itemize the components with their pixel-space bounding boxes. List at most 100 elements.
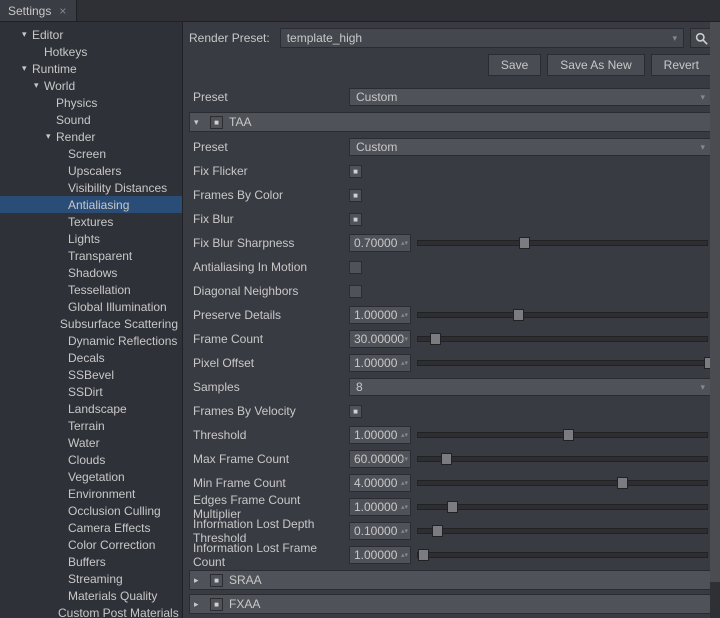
spinner-icon[interactable]: ▴▾ bbox=[401, 480, 408, 487]
sidebar-item-camera-effects[interactable]: Camera Effects bbox=[0, 519, 182, 536]
min_frame_count-slider[interactable] bbox=[417, 480, 708, 486]
sidebar-item-label: Clouds bbox=[68, 453, 105, 467]
aa_in_motion-checkbox[interactable] bbox=[349, 261, 362, 274]
max_frame_count-slider[interactable] bbox=[417, 456, 708, 462]
min_frame_count-input[interactable]: 4.00000▴▾ bbox=[349, 474, 411, 492]
sidebar-item-runtime[interactable]: ▾Runtime bbox=[0, 60, 182, 77]
search-button[interactable] bbox=[690, 28, 712, 48]
info_depth-slider[interactable] bbox=[417, 528, 708, 534]
sidebar-item-label: Environment bbox=[68, 487, 135, 501]
frames_by_color-label: Frames By Color bbox=[189, 188, 349, 202]
sidebar-item-color-correction[interactable]: Color Correction bbox=[0, 536, 182, 553]
sidebar-item-sound[interactable]: Sound bbox=[0, 111, 182, 128]
render-preset-dropdown[interactable]: template_high bbox=[280, 28, 684, 48]
spinner-icon[interactable]: ▴▾ bbox=[401, 360, 408, 367]
sidebar-item-subsurface-scattering[interactable]: Subsurface Scattering bbox=[0, 315, 182, 332]
taa-section-header[interactable]: ▾ TAA bbox=[189, 112, 712, 132]
revert-button[interactable]: Revert bbox=[651, 54, 712, 76]
spinner-icon[interactable]: ▴▾ bbox=[401, 240, 408, 247]
pixel_offset-slider[interactable] bbox=[417, 360, 708, 366]
sidebar-item-upscalers[interactable]: Upscalers bbox=[0, 162, 182, 179]
sidebar-item-lights[interactable]: Lights bbox=[0, 230, 182, 247]
tab-settings[interactable]: Settings × bbox=[0, 0, 77, 21]
sidebar-item-occlusion-culling[interactable]: Occlusion Culling bbox=[0, 502, 182, 519]
sidebar-item-ssdirt[interactable]: SSDirt bbox=[0, 383, 182, 400]
fxaa-checkbox[interactable] bbox=[210, 598, 223, 611]
preset-label: Preset bbox=[189, 90, 349, 104]
save-button[interactable]: Save bbox=[488, 54, 541, 76]
fix_blur-label: Fix Blur bbox=[189, 212, 349, 226]
sraa-section-header[interactable]: ▸ SRAA bbox=[189, 570, 712, 590]
sidebar-item-environment[interactable]: Environment bbox=[0, 485, 182, 502]
spinner-icon[interactable]: ▴▾ bbox=[401, 312, 408, 319]
frame_count-slider[interactable] bbox=[417, 336, 708, 342]
diag_neighbors-label: Diagonal Neighbors bbox=[189, 284, 349, 298]
frames_by_color-checkbox[interactable] bbox=[349, 189, 362, 202]
info_frame-input[interactable]: 1.00000▴▾ bbox=[349, 546, 411, 564]
taa-checkbox[interactable] bbox=[210, 116, 223, 129]
fix_blur_sharpness-input[interactable]: 0.70000▴▾ bbox=[349, 234, 411, 252]
sidebar-item-editor[interactable]: ▾Editor bbox=[0, 26, 182, 43]
edges_mult-input[interactable]: 1.00000▴▾ bbox=[349, 498, 411, 516]
sidebar-item-label: Hotkeys bbox=[44, 45, 87, 59]
save-as-new-button[interactable]: Save As New bbox=[547, 54, 644, 76]
frame_count-input[interactable]: 30.00000▴▾ bbox=[349, 330, 411, 348]
sidebar-item-screen[interactable]: Screen bbox=[0, 145, 182, 162]
spinner-icon[interactable]: ▴▾ bbox=[401, 528, 408, 535]
sraa-checkbox[interactable] bbox=[210, 574, 223, 587]
edges_mult-slider[interactable] bbox=[417, 504, 708, 510]
sidebar-item-custom-post-materials[interactable]: Custom Post Materials bbox=[0, 604, 182, 618]
sidebar-item-label: SSBevel bbox=[68, 368, 114, 382]
diag_neighbors-checkbox[interactable] bbox=[349, 285, 362, 298]
spinner-icon[interactable]: ▴▾ bbox=[401, 504, 408, 511]
close-icon[interactable]: × bbox=[57, 4, 68, 18]
sidebar-item-tessellation[interactable]: Tessellation bbox=[0, 281, 182, 298]
info_frame-slider[interactable] bbox=[417, 552, 708, 558]
fxaa-section-header[interactable]: ▸ FXAA bbox=[189, 594, 712, 614]
spinner-icon[interactable]: ▴▾ bbox=[401, 456, 408, 463]
sidebar-item-transparent[interactable]: Transparent bbox=[0, 247, 182, 264]
spinner-icon[interactable]: ▴▾ bbox=[401, 336, 408, 343]
sidebar-item-shadows[interactable]: Shadows bbox=[0, 264, 182, 281]
sidebar-item-streaming[interactable]: Streaming bbox=[0, 570, 182, 587]
sidebar-item-global-illumination[interactable]: Global Illumination bbox=[0, 298, 182, 315]
preset2-dropdown[interactable]: Custom bbox=[349, 138, 712, 156]
sidebar-item-label: Buffers bbox=[68, 555, 106, 569]
fix_blur_sharpness-slider[interactable] bbox=[417, 240, 708, 246]
tab-bar: Settings × bbox=[0, 0, 720, 22]
frames_by_velocity-checkbox[interactable] bbox=[349, 405, 362, 418]
spinner-icon[interactable]: ▴▾ bbox=[401, 552, 408, 559]
sidebar-item-world[interactable]: ▾World bbox=[0, 77, 182, 94]
sidebar-item-water[interactable]: Water bbox=[0, 434, 182, 451]
preserve_details-slider[interactable] bbox=[417, 312, 708, 318]
sidebar-item-render[interactable]: ▾Render bbox=[0, 128, 182, 145]
sidebar-item-clouds[interactable]: Clouds bbox=[0, 451, 182, 468]
sidebar-item-visibility-distances[interactable]: Visibility Distances bbox=[0, 179, 182, 196]
sidebar-item-antialiasing[interactable]: Antialiasing bbox=[0, 196, 182, 213]
sidebar-item-vegetation[interactable]: Vegetation bbox=[0, 468, 182, 485]
scrollbar[interactable] bbox=[710, 22, 720, 618]
sidebar-item-dynamic-reflections[interactable]: Dynamic Reflections bbox=[0, 332, 182, 349]
pixel_offset-input[interactable]: 1.00000▴▾ bbox=[349, 354, 411, 372]
preserve_details-input[interactable]: 1.00000▴▾ bbox=[349, 306, 411, 324]
sidebar-item-landscape[interactable]: Landscape bbox=[0, 400, 182, 417]
sidebar-item-terrain[interactable]: Terrain bbox=[0, 417, 182, 434]
sidebar-item-decals[interactable]: Decals bbox=[0, 349, 182, 366]
sidebar-item-hotkeys[interactable]: Hotkeys bbox=[0, 43, 182, 60]
sidebar-item-label: Streaming bbox=[68, 572, 123, 586]
threshold-slider[interactable] bbox=[417, 432, 708, 438]
preset-dropdown[interactable]: Custom bbox=[349, 88, 712, 106]
sidebar-item-materials-quality[interactable]: Materials Quality bbox=[0, 587, 182, 604]
spinner-icon[interactable]: ▴▾ bbox=[401, 432, 408, 439]
tab-label: Settings bbox=[8, 4, 51, 18]
info_depth-input[interactable]: 0.10000▴▾ bbox=[349, 522, 411, 540]
fix_blur-checkbox[interactable] bbox=[349, 213, 362, 226]
fix_flicker-checkbox[interactable] bbox=[349, 165, 362, 178]
sidebar-item-physics[interactable]: Physics bbox=[0, 94, 182, 111]
threshold-input[interactable]: 1.00000▴▾ bbox=[349, 426, 411, 444]
sidebar-item-textures[interactable]: Textures bbox=[0, 213, 182, 230]
max_frame_count-input[interactable]: 60.00000▴▾ bbox=[349, 450, 411, 468]
samples-dropdown[interactable]: 8 bbox=[349, 378, 712, 396]
sidebar-item-ssbevel[interactable]: SSBevel bbox=[0, 366, 182, 383]
sidebar-item-buffers[interactable]: Buffers bbox=[0, 553, 182, 570]
